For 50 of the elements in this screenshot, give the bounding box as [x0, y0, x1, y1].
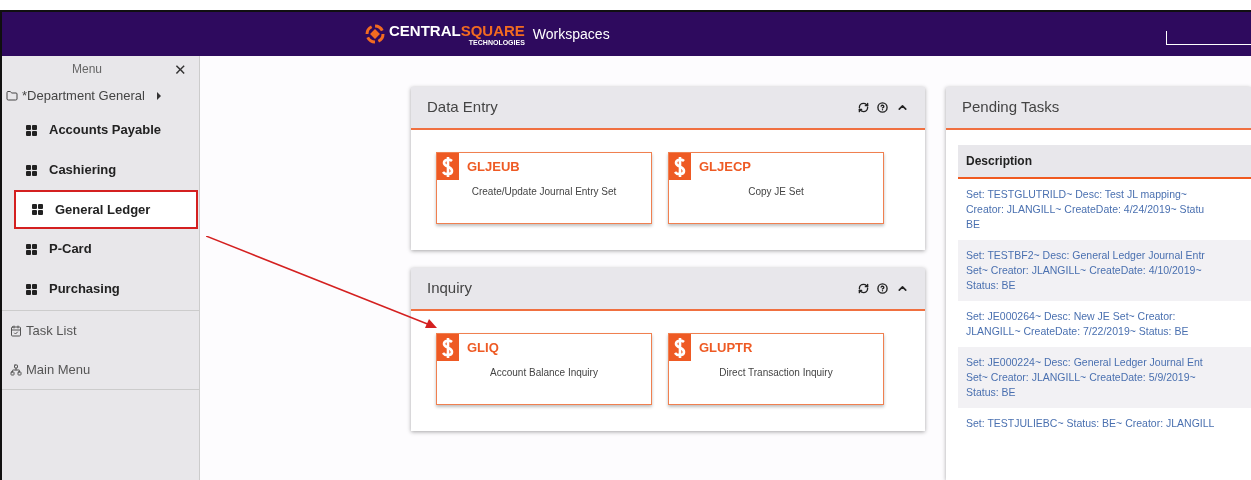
sidebar-item[interactable]: Accounts Payable	[2, 110, 199, 150]
column-header: Description	[958, 145, 1251, 179]
menu-title: Menu	[72, 61, 104, 78]
grid-icon	[26, 283, 37, 295]
sidebar-item[interactable]: General Ledger	[14, 190, 198, 229]
grid-icon	[32, 204, 43, 215]
tile-description: Direct Transaction Inquiry	[718, 366, 834, 380]
grid-icon	[26, 164, 37, 176]
panel-title: Inquiry	[427, 278, 474, 299]
panel-title: Pending Tasks	[962, 97, 1060, 118]
tile-code: GLIQ	[467, 338, 499, 357]
dollar-icon	[669, 334, 691, 361]
logo-icon	[365, 24, 385, 44]
sidebar-item[interactable]: Cashiering	[2, 150, 199, 190]
refresh-icon[interactable]	[858, 283, 869, 294]
hierarchy-icon	[10, 363, 22, 376]
help-icon[interactable]	[877, 283, 888, 294]
app-title: Workspaces	[532, 24, 610, 44]
dollar-icon	[669, 153, 691, 180]
logo-text: SQUARE	[460, 22, 525, 38]
sidebar-item[interactable]: P-Card	[2, 229, 199, 269]
tile-description: Account Balance Inquiry	[489, 366, 599, 380]
panel-title: Data Entry	[427, 97, 499, 118]
calendar-icon	[10, 324, 22, 337]
task-row[interactable]: Set: TESTBF2~ Desc: General Ledger Journal Entr Set~ Creator: JLANGILL~ CreateDate: 4/10/2019~ Status: BE	[958, 240, 1251, 301]
folder-icon	[6, 90, 18, 102]
task-row[interactable]: Set: JE000224~ Desc: General Ledger Journal Ent Set~ Creator: JLANGILL~ CreateDate: 5/9/2019~ Status: BE	[958, 347, 1251, 408]
refresh-icon[interactable]	[858, 102, 869, 113]
sidebar-link[interactable]: Main Menu	[2, 350, 199, 389]
app-tile[interactable]: GLIQ Account Balance Inquiry	[436, 333, 652, 405]
tile-description: Copy JE Set	[747, 185, 805, 199]
app-tile[interactable]: GLJEUB Create/Update Journal Entry Set	[436, 152, 652, 224]
grid-icon	[26, 243, 37, 255]
header-field[interactable]	[1166, 31, 1251, 45]
sidebar-item[interactable]: Purchasing	[2, 269, 199, 309]
app-tile[interactable]: GLUPTR Direct Transaction Inquiry	[668, 333, 884, 405]
logo-text: CENTRAL	[389, 22, 461, 38]
tile-code: GLJEUB	[467, 157, 520, 176]
close-button[interactable]: ✕	[174, 61, 187, 77]
grid-icon	[26, 124, 37, 136]
app-tile[interactable]: GLJECP Copy JE Set	[668, 152, 884, 224]
sidebar-link[interactable]: Task List	[2, 311, 199, 350]
dollar-icon	[437, 334, 459, 361]
tile-code: GLUPTR	[699, 338, 753, 357]
help-icon[interactable]	[877, 102, 888, 113]
caret-icon	[156, 92, 161, 100]
tile-description: Create/Update Journal Entry Set	[470, 185, 618, 199]
folder-item[interactable]: *Department General	[2, 82, 199, 110]
tile-code: GLJECP	[699, 157, 751, 176]
dollar-icon	[437, 153, 459, 180]
